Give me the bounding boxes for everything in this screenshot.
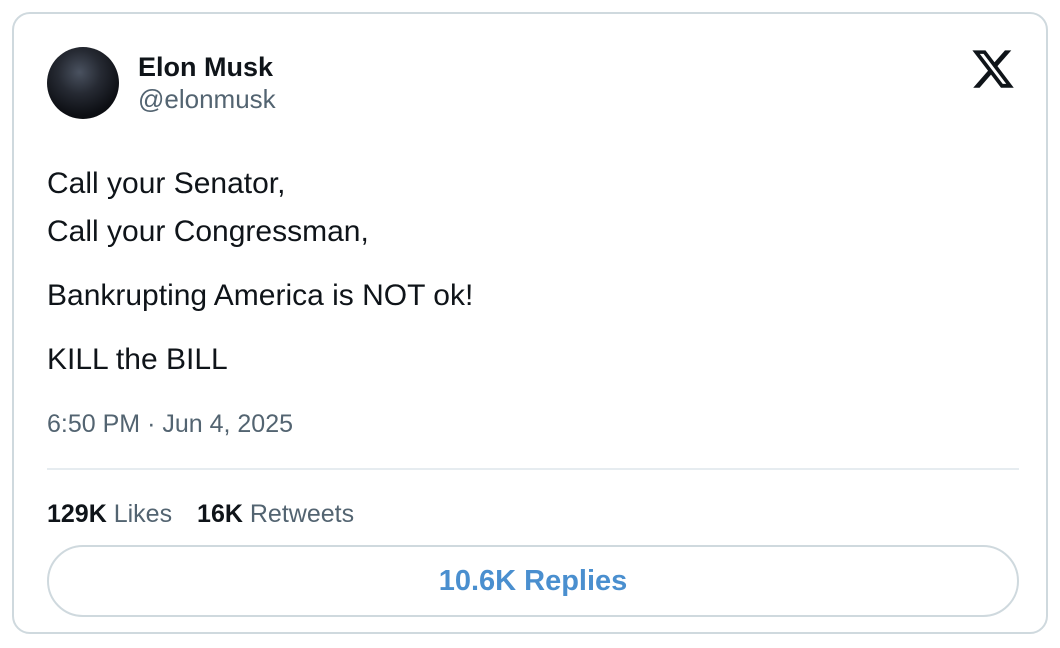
replies-button[interactable]: 10.6K Replies (47, 545, 1019, 617)
divider (47, 468, 1019, 470)
tweet-time: 6:50 PM (47, 410, 141, 438)
tweet-line: KILL the BILL (47, 343, 228, 376)
retweets-count: 16K (197, 500, 243, 528)
likes-label: Likes (113, 500, 173, 528)
avatar[interactable] (47, 47, 119, 119)
tweet-timestamp[interactable]: 6:50 PM · Jun 4, 2025 (47, 410, 293, 439)
retweets-stat[interactable]: 16K Retweets (197, 500, 354, 529)
likes-count: 129K (47, 500, 107, 528)
tweet-line: Call your Senator, (47, 167, 286, 200)
author-name[interactable]: Elon Musk (138, 52, 273, 83)
tweet-line: Bankrupting America is NOT ok! (47, 279, 474, 312)
tweet-text: Call your Senator, Call your Congressman… (47, 160, 1007, 384)
tweet-card: Elon Musk @elonmusk Call your Senator, C… (12, 12, 1048, 634)
tweet-line: Call your Congressman, (47, 215, 369, 248)
engagement-stats: 129K Likes 16K Retweets (47, 500, 372, 529)
x-logo-icon[interactable] (970, 46, 1016, 92)
likes-stat[interactable]: 129K Likes (47, 500, 172, 529)
timestamp-separator: · (147, 410, 156, 438)
retweets-label: Retweets (249, 500, 355, 528)
tweet-date: Jun 4, 2025 (162, 410, 294, 438)
author-handle[interactable]: @elonmusk (138, 84, 276, 115)
